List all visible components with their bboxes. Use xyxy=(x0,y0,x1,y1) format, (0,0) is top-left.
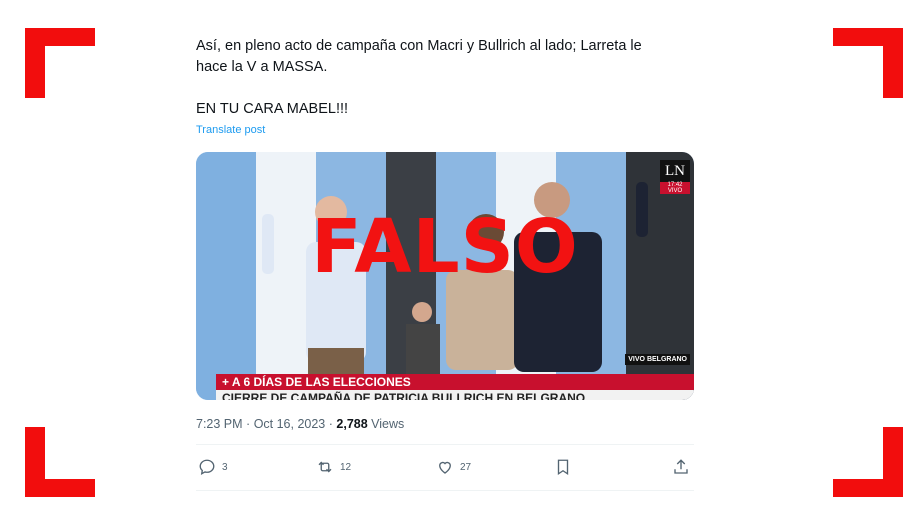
chyron-top: + A 6 DÍAS DE LAS ELECCIONES xyxy=(216,374,694,390)
share-button[interactable] xyxy=(672,458,690,476)
like-button[interactable]: 27 xyxy=(436,458,471,476)
tweet-text-line: hace la V a MASSA. xyxy=(196,59,328,75)
channel-logo: LN 17:42 VIVO xyxy=(660,160,690,194)
reply-button[interactable]: 3 xyxy=(198,458,228,476)
frame-corner-top-left xyxy=(25,28,95,98)
share-icon xyxy=(674,459,688,474)
channel-logo-text: LN xyxy=(665,163,685,179)
like-icon xyxy=(439,461,451,474)
divider xyxy=(196,444,694,445)
repost-count: 12 xyxy=(340,461,352,473)
divider xyxy=(196,490,694,491)
tweet-video[interactable]: FALSO LN 17:42 VIVO VIVO BELGRANO + A 6 … xyxy=(196,152,694,400)
views-count: 2,788 xyxy=(336,417,368,431)
bookmark-icon xyxy=(557,459,569,476)
frame-corner-top-right xyxy=(833,28,903,98)
translate-post-link[interactable]: Translate post xyxy=(196,124,265,136)
location-tag: VIVO BELGRANO xyxy=(625,354,690,365)
tweet-text-line: Así, en pleno acto de campaña con Macri … xyxy=(196,38,642,54)
bookmark-button[interactable] xyxy=(554,458,572,476)
tweet-actions: 3 12 27 xyxy=(196,458,694,482)
tweet-time[interactable]: 7:23 PM xyxy=(196,417,243,431)
tweet: Así, en pleno acto de campaña con Macri … xyxy=(196,36,694,491)
repost-icon xyxy=(318,461,332,473)
frame-corner-bottom-right xyxy=(833,427,903,497)
falso-overlay: FALSO xyxy=(311,204,579,290)
tweet-text-line: EN TU CARA MABEL!!! xyxy=(196,101,349,117)
tweet-date[interactable]: Oct 16, 2023 xyxy=(254,417,326,431)
like-count: 27 xyxy=(460,461,472,473)
tweet-text: Así, en pleno acto de campaña con Macri … xyxy=(196,36,694,120)
reply-count: 3 xyxy=(222,461,228,473)
chyron-bottom: CIERRE DE CAMPAÑA DE PATRICIA BULLRICH E… xyxy=(216,390,694,400)
repost-button[interactable]: 12 xyxy=(316,458,351,476)
tweet-meta: 7:23 PM · Oct 16, 2023 · 2,788 Views xyxy=(196,417,405,431)
reply-icon xyxy=(199,459,215,476)
frame-corner-bottom-left xyxy=(25,427,95,497)
views-label: Views xyxy=(371,417,405,431)
channel-live: VIVO xyxy=(660,188,690,194)
